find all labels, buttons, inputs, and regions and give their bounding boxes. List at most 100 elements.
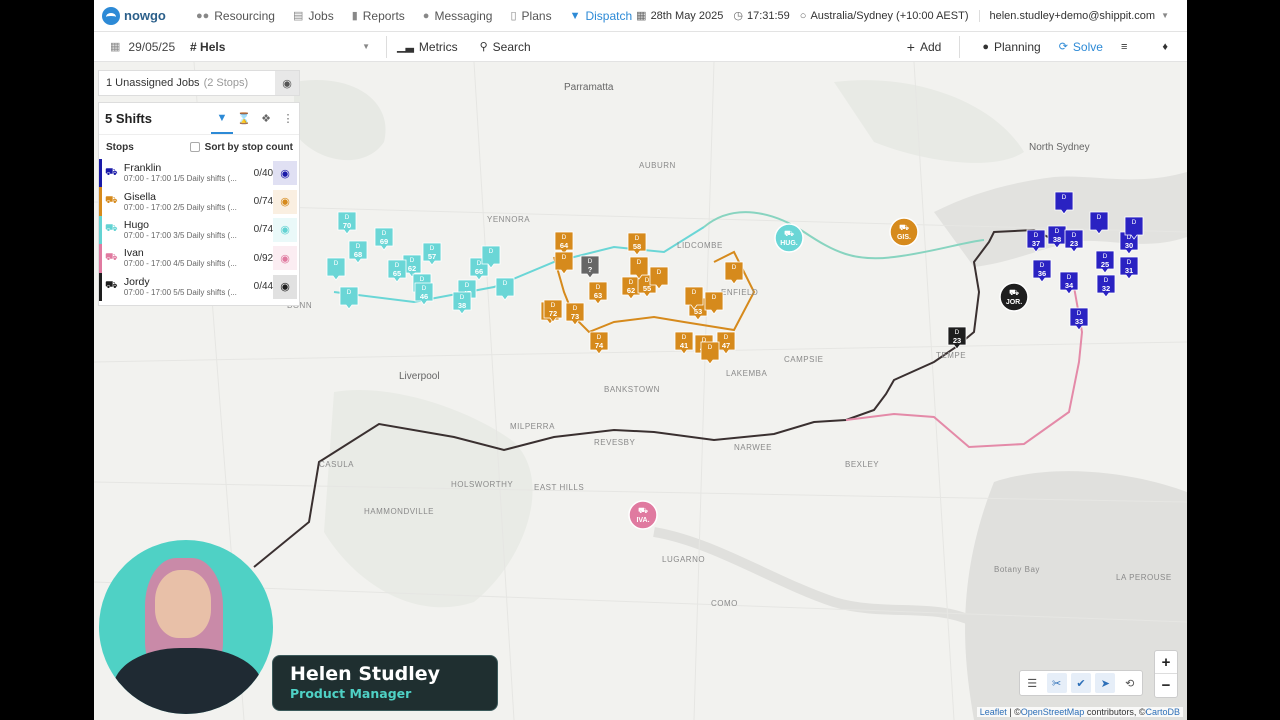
calendar-icon: ▦ — [110, 41, 121, 53]
stop-marker[interactable]: D64 — [554, 231, 574, 255]
nav-plans[interactable]: ▯ Plans — [506, 9, 555, 23]
shift-driver-name: Ivan — [123, 247, 144, 260]
notifications-button[interactable]: ♦ — [1162, 41, 1173, 53]
toggle-shift-eye-icon[interactable]: ◉ — [273, 161, 297, 186]
shift-filter-select[interactable]: # Hels ▼ — [190, 40, 376, 54]
stop-marker[interactable]: D73 — [565, 302, 585, 326]
check-circle-icon[interactable]: ✔ — [1070, 673, 1091, 693]
zoom-out-button[interactable]: − — [1155, 674, 1177, 697]
search-button[interactable]: ⚲ Search — [480, 40, 531, 54]
stop-marker[interactable]: D65 — [387, 259, 407, 283]
document-icon: ▮ — [351, 10, 358, 22]
zoom-in-button[interactable]: + — [1155, 651, 1177, 674]
shift-row[interactable]: ⛟ Gisella 07:00 - 17:00 2/5 Daily shifts (… — [99, 187, 299, 216]
map-tools: ☰ ✂ ✔ ➤ ⟲ — [1019, 670, 1143, 696]
stop-marker[interactable]: D63 — [588, 281, 608, 305]
unassigned-jobs-bar[interactable]: 1 Unassigned Jobs (2 Stops) ◉ — [98, 70, 300, 96]
stop-marker[interactable]: D? — [580, 255, 600, 279]
stop-marker[interactable]: D25 — [1095, 250, 1115, 274]
navigation-arrow-icon[interactable]: ➤ — [1095, 673, 1116, 693]
brand-logo[interactable]: nowgo — [102, 6, 182, 25]
stop-marker[interactable]: D — [339, 286, 359, 310]
add-button[interactable]: + Add — [907, 39, 942, 55]
cartodb-link[interactable]: CartoDB — [1145, 707, 1180, 717]
place-label: YENNORA — [487, 215, 530, 224]
minor-road — [473, 62, 515, 720]
toggle-shift-eye-icon[interactable]: ◉ — [273, 189, 297, 214]
more-menu-icon[interactable]: ⋮ — [277, 104, 299, 134]
toggle-shift-eye-icon[interactable]: ◉ — [273, 274, 297, 299]
place-label: COMO — [711, 599, 738, 608]
stop-marker[interactable]: D62 — [621, 276, 641, 300]
nav-jobs[interactable]: ▤ Jobs — [289, 9, 338, 23]
stop-type-label: D — [347, 289, 352, 296]
layers-icon[interactable]: ☰ — [1022, 673, 1042, 693]
stop-number-label: 23 — [1070, 239, 1078, 248]
metrics-button[interactable]: ▁▃ Metrics — [397, 40, 458, 54]
toggle-shift-eye-icon[interactable]: ◉ — [273, 246, 297, 271]
current-time: ◷ 17:31:59 — [733, 9, 790, 23]
shift-detail: 07:00 - 17:00 1/5 Daily shifts (... — [123, 174, 237, 184]
nav-dispatch[interactable]: ▼ Dispatch — [566, 9, 637, 23]
history-icon[interactable]: ⟲ — [1120, 673, 1140, 693]
stop-marker[interactable]: D58 — [627, 232, 647, 256]
shifts-title: 5 Shifts — [105, 111, 152, 126]
stop-marker[interactable]: D31 — [1119, 256, 1139, 280]
stop-marker[interactable]: D — [704, 291, 724, 315]
place-label: MILPERRA — [510, 422, 555, 431]
stop-marker[interactable]: D — [724, 261, 744, 285]
stop-marker[interactable]: D69 — [374, 227, 394, 251]
minor-road — [693, 62, 715, 720]
stop-number-label: 31 — [1125, 266, 1133, 275]
place-label: North Sydney — [1029, 142, 1090, 153]
shifts-subheader: Stops Sort by stop count — [99, 135, 299, 159]
route-toggle-icon[interactable]: ✂ — [1046, 673, 1067, 693]
planning-button[interactable]: ● Planning — [982, 40, 1040, 54]
place-label: Liverpool — [399, 371, 440, 382]
depot-marker[interactable]: ⛟ IVA. — [628, 500, 658, 530]
stop-marker[interactable]: D33 — [1069, 307, 1089, 331]
stop-marker[interactable]: D74 — [589, 331, 609, 355]
stop-marker[interactable]: D36 — [1032, 259, 1052, 283]
minor-road — [94, 341, 1187, 363]
time-text: 17:31:59 — [746, 9, 790, 22]
stop-type-label: D — [1104, 277, 1109, 284]
stop-type-label: D — [460, 294, 465, 301]
stop-number-label: 38 — [458, 301, 466, 310]
depot-marker[interactable]: ⛟ HUG. — [774, 223, 804, 253]
solve-button[interactable]: ⟳ Solve — [1059, 40, 1103, 54]
stop-number-label: 23 — [953, 336, 961, 345]
nav-messaging[interactable]: ● Messaging — [419, 9, 497, 23]
date-picker[interactable]: ▦ 29/05/25 — [110, 40, 190, 54]
stop-marker[interactable]: D — [326, 257, 346, 281]
depot-marker[interactable]: ⛟ JOR. — [999, 282, 1029, 312]
park-area — [324, 390, 533, 608]
shift-row[interactable]: ⛟ Hugo 07:00 - 17:00 3/5 Daily shifts (...… — [99, 215, 299, 245]
stop-marker[interactable]: D23 — [1064, 229, 1084, 253]
user-menu[interactable]: helen.studley+demo@shippit.com ▼ — [978, 9, 1169, 22]
osm-link[interactable]: OpenStreetMap — [1021, 707, 1085, 717]
stop-marker[interactable]: D — [700, 341, 720, 365]
stop-marker[interactable]: D70 — [337, 211, 357, 235]
toggle-shift-eye-icon[interactable]: ◉ — [273, 217, 297, 242]
nav-resourcing[interactable]: ●● Resourcing — [192, 9, 279, 23]
shift-row[interactable]: ⛟ Jordy 07:00 - 17:00 5/5 Daily shifts (..… — [99, 272, 299, 301]
sort-by-stop-count-checkbox[interactable]: Sort by stop count — [189, 142, 293, 153]
toggle-unassigned-eye-icon[interactable]: ◉ — [275, 71, 299, 95]
route-tab-icon[interactable]: ❖ — [255, 104, 277, 134]
stop-marker[interactable]: D — [495, 277, 515, 301]
hourglass-tab-icon[interactable]: ⌛ — [233, 104, 255, 134]
nav-reports[interactable]: ▮ Reports — [348, 9, 409, 23]
leaflet-link[interactable]: Leaflet — [980, 707, 1007, 717]
map-pin-tab-icon[interactable]: ▼ — [211, 104, 233, 134]
shift-row[interactable]: ⛟ Franklin 07:00 - 17:00 1/5 Daily shifts … — [99, 159, 299, 188]
stop-marker[interactable]: D68 — [348, 240, 368, 264]
stop-marker[interactable]: D32 — [1096, 274, 1116, 298]
stop-marker[interactable]: D57 — [422, 242, 442, 266]
stop-type-label: D — [345, 214, 350, 221]
shift-row[interactable]: ⛟ Ivan 07:00 - 17:00 4/5 Daily shifts (...… — [99, 244, 299, 273]
settings-sliders-button[interactable]: ≡ — [1121, 41, 1132, 53]
depot-marker[interactable]: ⛟ GIS. — [889, 217, 919, 247]
shift-stop-count: 0/44 — [253, 281, 274, 293]
stop-marker[interactable]: D38 — [452, 291, 472, 315]
